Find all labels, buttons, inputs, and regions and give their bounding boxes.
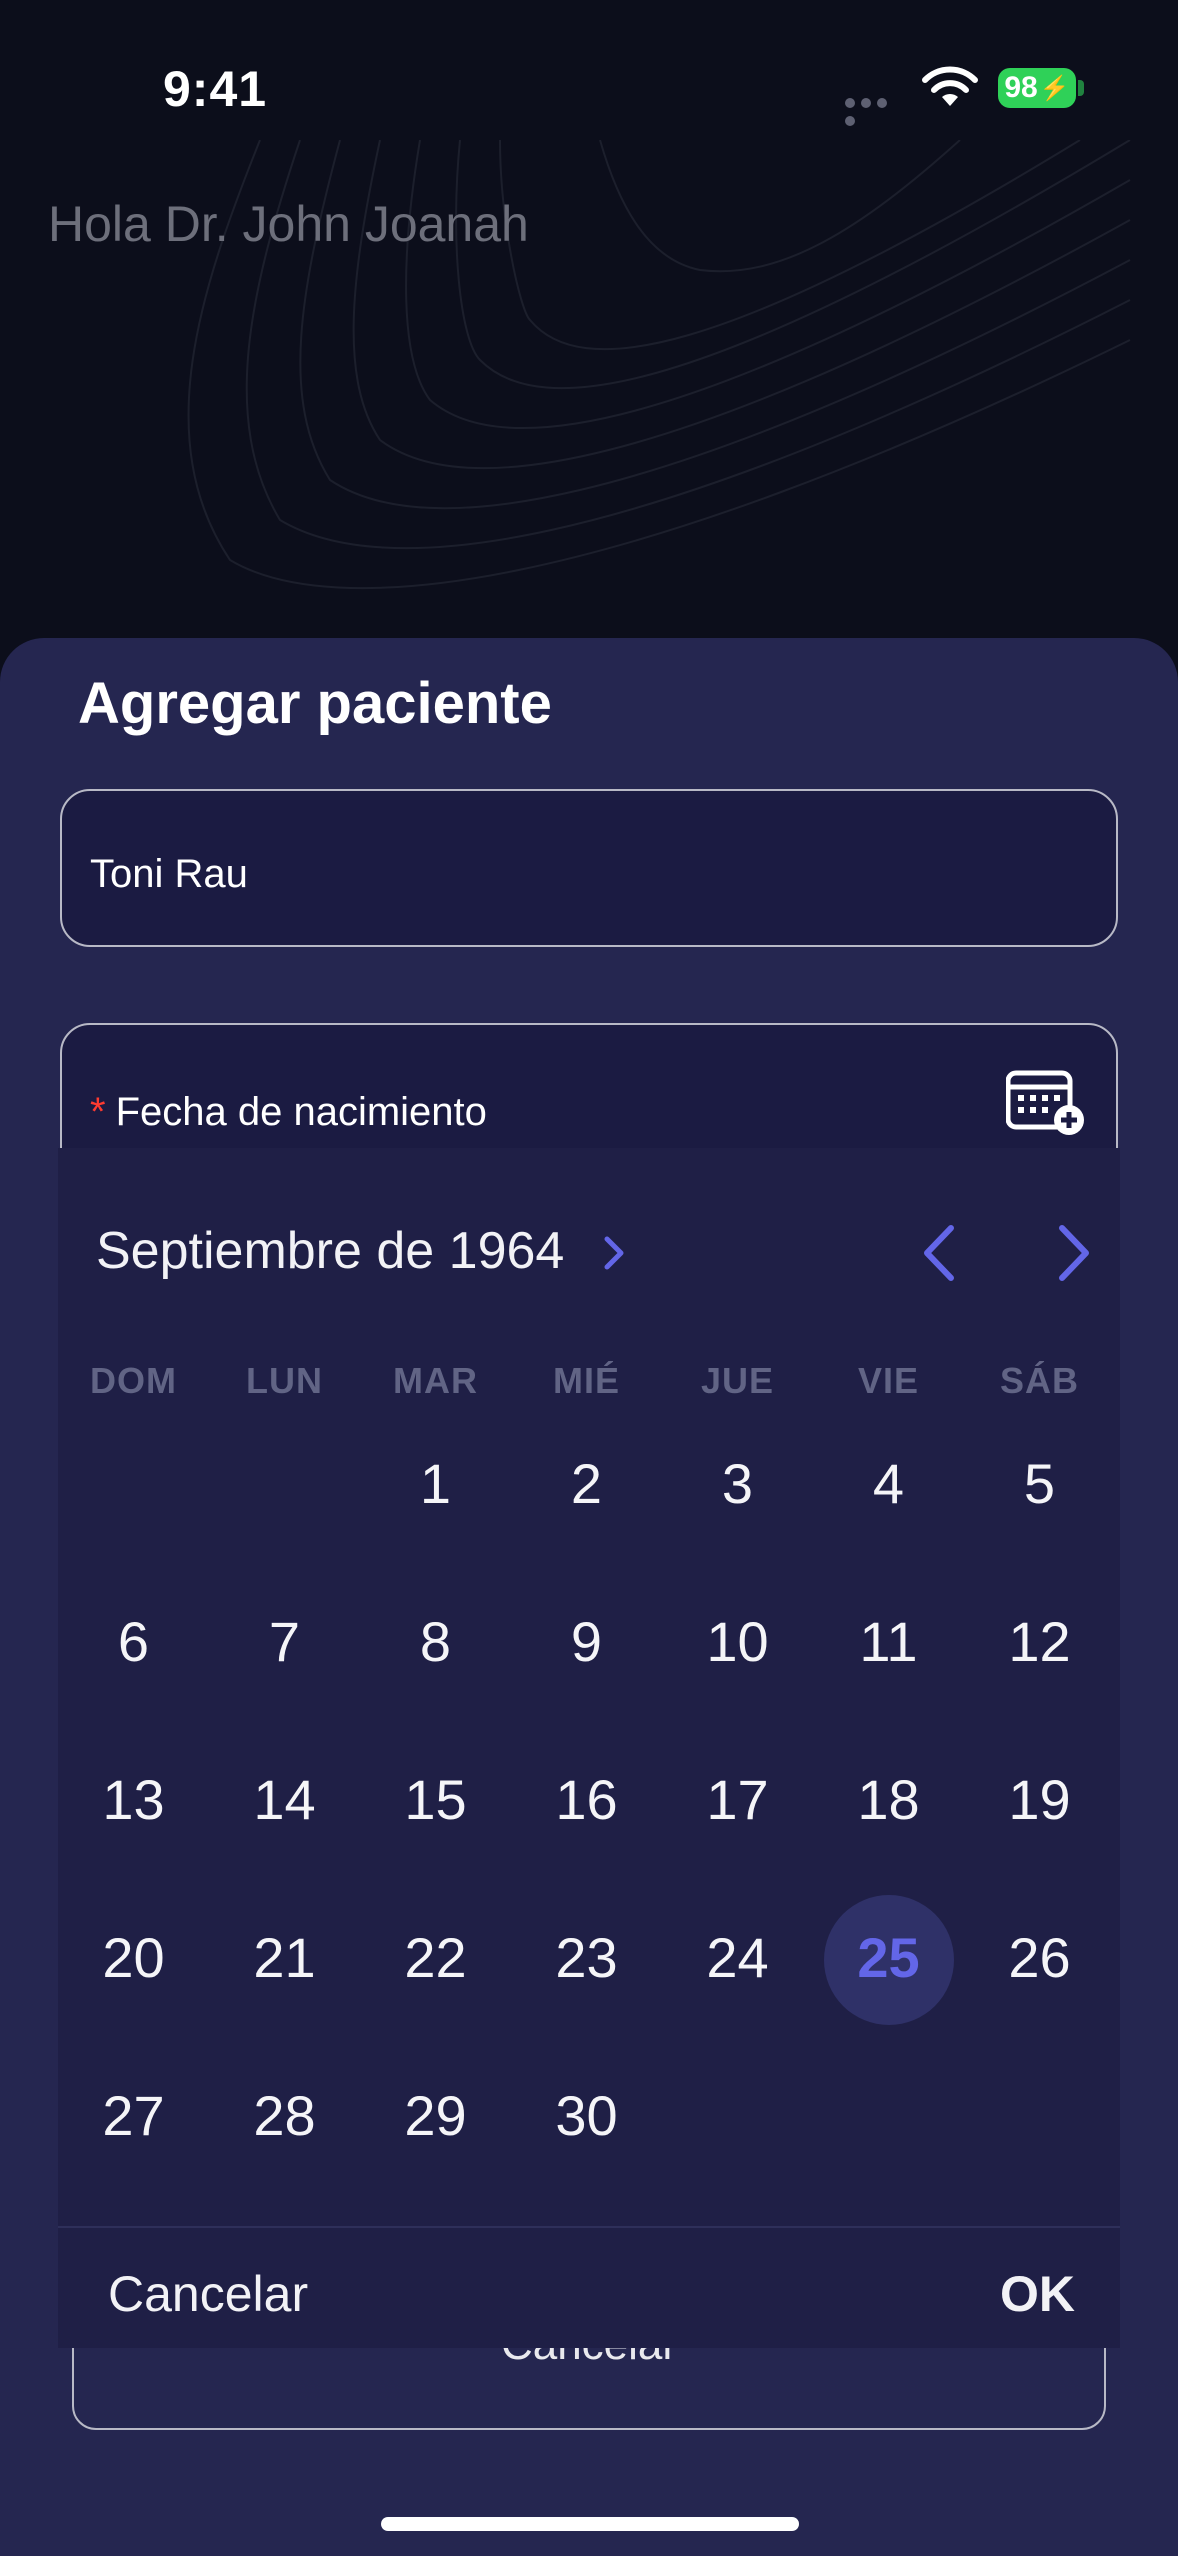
calendar-day[interactable]: 16 [511,1740,662,1860]
wifi-icon [922,66,978,106]
next-month-button[interactable] [1048,1222,1098,1284]
calendar-day[interactable]: 30 [511,2056,662,2176]
battery-tip [1078,80,1084,96]
calendar-day[interactable]: 17 [662,1740,813,1860]
greeting-text: Hola Dr. John Joanah [48,196,529,252]
calendar-day[interactable]: 14 [209,1740,360,1860]
required-mark: * [90,1090,106,1134]
birthdate-label-text: Fecha de nacimiento [115,1090,487,1134]
signal-dots-icon [845,95,903,126]
calendar-day[interactable]: 13 [58,1740,209,1860]
patient-name-value: Toni Rau [90,852,248,896]
picker-cancel-button[interactable]: Cancelar [108,2265,308,2323]
weekday-label: SÁB [999,1360,1079,1401]
calendar-day[interactable]: 22 [360,1898,511,2018]
calendar-day[interactable]: 8 [360,1582,511,1702]
weekday-label: JUE [700,1360,775,1401]
weekday-label: DOM [90,1360,177,1401]
sheet-title: Agregar paciente [78,671,552,736]
status-time: 9:41 [163,61,268,117]
birthdate-label: * Fecha de nacimiento [90,1090,487,1135]
picker-ok-button[interactable]: OK [1000,2265,1075,2323]
weekday-label: VIE [857,1360,920,1401]
calendar-day[interactable]: 3 [662,1424,813,1544]
calendar-day[interactable]: 7 [209,1582,360,1702]
battery-icon: 98 ⚡ [998,68,1076,108]
battery-level: 98 [1004,71,1038,104]
calendar-day[interactable]: 21 [209,1898,360,2018]
previous-month-button[interactable] [915,1222,965,1284]
calendar-day[interactable]: 1 [360,1424,511,1544]
calendar-day[interactable]: 27 [58,2056,209,2176]
calendar-day[interactable]: 12 [964,1582,1115,1702]
calendar-day[interactable]: 19 [964,1740,1115,1860]
calendar-day[interactable]: 6 [58,1582,209,1702]
month-expand-chevron-icon[interactable] [602,1231,628,1275]
calendar-day[interactable]: 2 [511,1424,662,1544]
calendar-add-icon[interactable] [1006,1067,1086,1137]
calendar-day[interactable]: 11 [813,1582,964,1702]
picker-divider [58,2226,1120,2228]
calendar-day[interactable]: 4 [813,1424,964,1544]
weekday-label: MAR [393,1360,478,1401]
calendar-day[interactable]: 9 [511,1582,662,1702]
calendar-day[interactable]: 15 [360,1740,511,1860]
weekday-label: MIÉ [552,1360,620,1401]
calendar-day[interactable]: 28 [209,2056,360,2176]
calendar-day[interactable]: 18 [813,1740,964,1860]
calendar-day[interactable]: 10 [662,1582,813,1702]
month-year-label[interactable]: Septiembre de 1964 [96,1221,564,1281]
selected-day[interactable]: 25 [813,1898,964,2018]
home-indicator [381,2517,799,2531]
calendar-day[interactable]: 24 [662,1898,813,2018]
calendar-day[interactable]: 5 [964,1424,1115,1544]
charging-bolt-icon: ⚡ [1039,74,1070,102]
weekday-label: LUN [246,1360,323,1401]
calendar-day[interactable]: 26 [964,1898,1115,2018]
calendar-day[interactable]: 23 [511,1898,662,2018]
calendar-day[interactable]: 20 [58,1898,209,2018]
calendar-day[interactable]: 29 [360,2056,511,2176]
